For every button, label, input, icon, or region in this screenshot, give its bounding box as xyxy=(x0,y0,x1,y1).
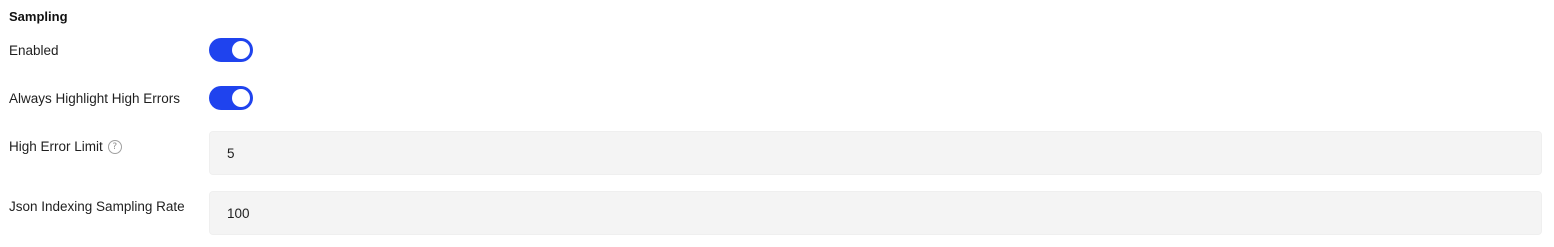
enabled-label-text: Enabled xyxy=(9,43,59,58)
high-error-limit-value: 5 xyxy=(227,145,235,161)
enabled-label: Enabled xyxy=(9,43,59,58)
toggle-knob xyxy=(232,89,250,107)
json-sampling-rate-label: Json Indexing Sampling Rate xyxy=(9,199,185,214)
high-error-limit-label: High Error Limit ? xyxy=(9,139,122,154)
toggle-knob xyxy=(232,41,250,59)
json-sampling-rate-value: 100 xyxy=(227,205,250,221)
always-highlight-toggle[interactable] xyxy=(209,86,253,110)
high-error-limit-input[interactable]: 5 xyxy=(209,131,1542,175)
question-circle-icon[interactable]: ? xyxy=(107,139,122,154)
json-sampling-rate-label-text: Json Indexing Sampling Rate xyxy=(9,199,185,214)
json-sampling-rate-input[interactable]: 100 xyxy=(209,191,1542,235)
section-title: Sampling xyxy=(9,9,68,24)
enabled-toggle[interactable] xyxy=(209,38,253,62)
always-highlight-label: Always Highlight High Errors xyxy=(9,91,180,106)
always-highlight-label-text: Always Highlight High Errors xyxy=(9,91,181,106)
high-error-limit-label-text: High Error Limit xyxy=(9,139,103,154)
